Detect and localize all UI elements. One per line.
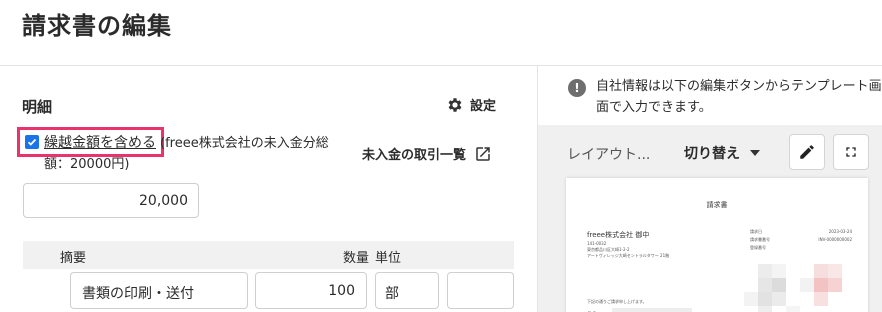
preview-meta-label: 登録番号 (750, 245, 766, 250)
gear-icon (446, 96, 464, 114)
preview-doc-title: 請求書 (706, 201, 728, 209)
preview-meta-value: INV-0000000002 (818, 237, 852, 242)
preview-address-line: アートヴィレッジ大崎セントラルタワー 21階 (587, 253, 670, 258)
unpaid-transactions-link[interactable]: 未入金の取引一覧 (362, 144, 492, 163)
unpaid-link-label: 未入金の取引一覧 (362, 148, 467, 163)
preview-meta-labels: 請求日 請求書番号 登録番号 (750, 228, 770, 252)
header-summary: 摘要 (60, 251, 87, 266)
item-unit-input[interactable]: 部 (375, 272, 439, 309)
fullscreen-button[interactable] (833, 134, 869, 170)
header-unit: 単位 (375, 251, 402, 266)
preview-seal-mosaic (744, 264, 854, 312)
carryover-note-line2: 額：20000円) (44, 157, 130, 172)
carryover-amount-input[interactable]: 20,000 (23, 183, 199, 218)
info-icon: ! (568, 79, 586, 97)
preview-message: 下記の通りご請求申し上げます。 (587, 299, 647, 304)
carryover-checkbox-row[interactable]: 繰越金額を含める (17, 127, 164, 157)
external-link-icon (474, 145, 492, 163)
preview-panel: レイアウト... 切り替え 請求書 freee株式会社 御中 141-0032 … (538, 125, 882, 312)
switch-label: 切り替え (684, 146, 740, 162)
preview-meta-label: 請求日 (750, 229, 762, 234)
preview-meta-values: 2023-03-24 INV-0000000002 (812, 228, 852, 244)
preview-meta-label: 請求書番号 (750, 237, 770, 242)
edit-button[interactable] (789, 134, 825, 170)
header-quantity: 数量 (343, 251, 370, 266)
carryover-checkbox[interactable] (25, 135, 39, 149)
invoice-edit-page: 請求書の編集 明細 設定 繰越金額を含める (freee株式会社の未入金分総 額… (0, 0, 882, 312)
preview-address: 141-0032 東京都品川区大崎1-2-2 アートヴィレッジ大崎セントラルタワ… (587, 241, 669, 259)
settings-button[interactable]: 設定 (446, 95, 496, 114)
item-price-input[interactable] (447, 272, 514, 309)
page-title: 請求書の編集 (22, 12, 172, 40)
carryover-label: 繰越金額を含める (44, 135, 156, 151)
settings-label: 設定 (470, 99, 497, 114)
header-divider (0, 65, 882, 66)
caret-down-icon (750, 150, 760, 156)
preview-client: freee株式会社 御中 (587, 231, 650, 239)
carryover-note-line1: (freee株式会社の未入金分総 (160, 136, 329, 151)
item-summary-input[interactable]: 書類の印刷・送付 (70, 272, 248, 309)
carryover-note: (freee株式会社の未入金分総 額：20000円) (44, 133, 350, 175)
details-section-title: 明細 (22, 98, 53, 116)
item-quantity-input[interactable]: 100 (255, 272, 367, 309)
pencil-icon (798, 143, 816, 161)
preview-meta-value: 2023-03-24 (828, 229, 852, 234)
info-text: 自社情報は以下の編集ボタンからテンプレート画面で入力できます。 (596, 79, 882, 115)
invoice-preview: 請求書 freee株式会社 御中 141-0032 東京都品川区大崎1-2-2 … (566, 178, 868, 312)
line-items-header: 摘要 数量 単位 (23, 241, 514, 269)
preview-subject-mosaic (612, 308, 692, 312)
company-info-notice: ! 自社情報は以下の編集ボタンからテンプレート画面で入力できます。 (568, 76, 882, 118)
layout-label: レイアウト... (567, 147, 651, 163)
fullscreen-icon (843, 144, 859, 160)
layout-switch-dropdown[interactable]: 切り替え (684, 143, 760, 163)
